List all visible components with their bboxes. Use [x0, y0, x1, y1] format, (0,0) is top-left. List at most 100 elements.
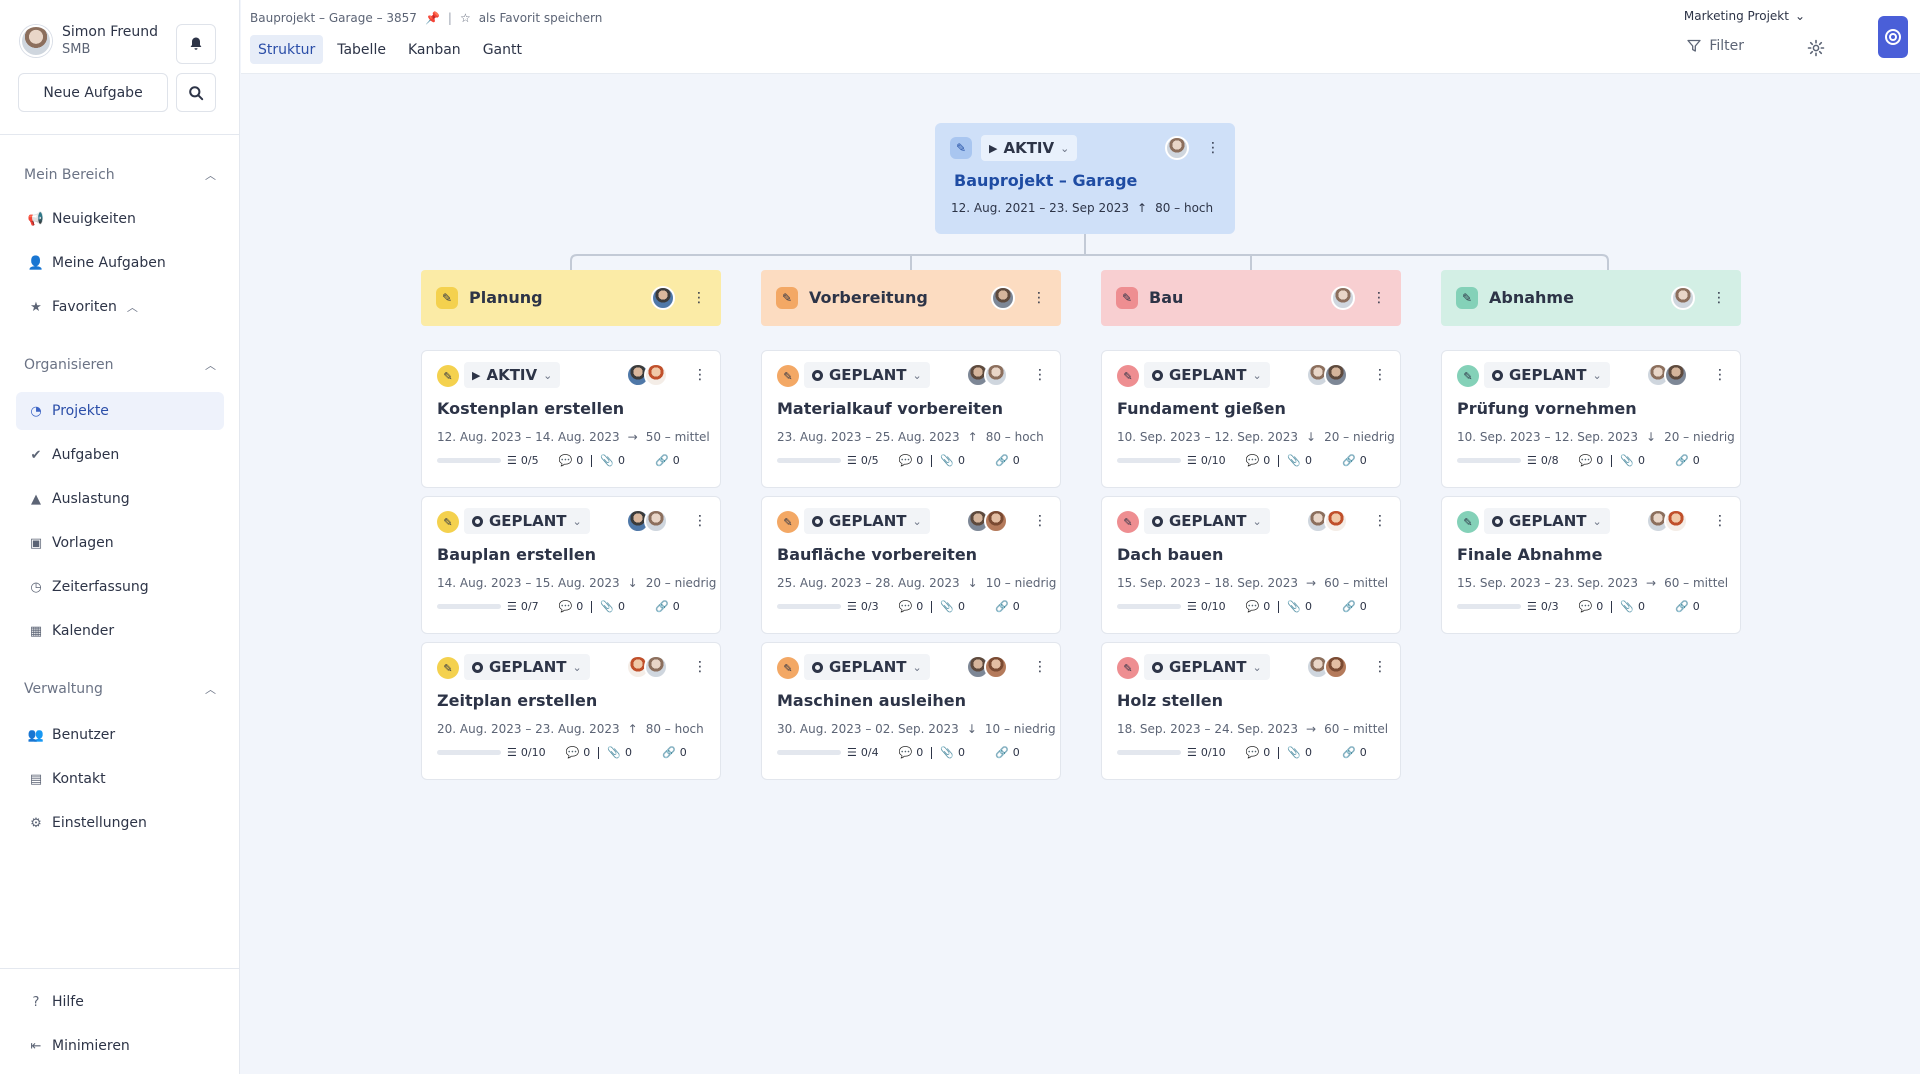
user-profile[interactable]: Simon Freund SMB: [20, 24, 158, 58]
project-switcher[interactable]: Marketing Projekt ⌄: [1684, 9, 1805, 23]
settings-button[interactable]: [1805, 37, 1827, 59]
edit-button[interactable]: ✎: [1116, 287, 1138, 309]
sidebar-item-auslastung[interactable]: ▲ Auslastung: [16, 480, 224, 518]
more-icon[interactable]: ⋮: [1712, 288, 1726, 308]
tab-gantt[interactable]: Gantt: [475, 35, 530, 64]
more-icon[interactable]: ⋮: [693, 657, 707, 677]
task-title[interactable]: Holz stellen: [1117, 691, 1223, 710]
comments-stat[interactable]: 💬 0: [899, 746, 924, 759]
project-title[interactable]: Bauprojekt – Garage: [954, 171, 1137, 190]
phase-bau[interactable]: ✎ Bau ⋮: [1101, 270, 1401, 326]
attachments-stat[interactable]: 📎 0: [940, 454, 965, 467]
assignees[interactable]: [991, 286, 1015, 310]
task-title[interactable]: Zeitplan erstellen: [437, 691, 597, 710]
more-icon[interactable]: ⋮: [1032, 288, 1046, 308]
section-verwaltung[interactable]: Verwaltung ︿: [24, 681, 216, 697]
breadcrumb-project[interactable]: Bauprojekt – Garage – 3857: [250, 11, 417, 25]
phase-vorbereitung[interactable]: ✎ Vorbereitung ⋮: [761, 270, 1061, 326]
assignees[interactable]: [1331, 286, 1355, 310]
assignees[interactable]: [966, 655, 1008, 679]
links-stat[interactable]: 🔗 0: [662, 746, 687, 759]
attachments-stat[interactable]: 📎 0: [1620, 600, 1645, 613]
status-dropdown[interactable]: GEPLANT ⌄: [804, 654, 930, 680]
app-logo[interactable]: [1878, 16, 1908, 58]
status-dropdown[interactable]: GEPLANT ⌄: [1144, 654, 1270, 680]
subtasks-stat[interactable]: ☰ 0/8: [1527, 454, 1559, 467]
status-dropdown[interactable]: ▶ AKTIV ⌄: [981, 135, 1078, 161]
links-stat[interactable]: 🔗 0: [1342, 454, 1367, 467]
assignees[interactable]: [1306, 363, 1348, 387]
links-stat[interactable]: 🔗 0: [1342, 600, 1367, 613]
task-card[interactable]: ✎ GEPLANT ⌄ ⋮ Maschinen ausleihen 30. Aug. 20…: [761, 642, 1061, 780]
task-card[interactable]: ✎ GEPLANT ⌄ ⋮ Prüfung vornehmen 10. Sep. 2023…: [1441, 350, 1741, 488]
task-title[interactable]: Finale Abnahme: [1457, 545, 1602, 564]
more-icon[interactable]: ⋮: [693, 365, 707, 385]
status-dropdown[interactable]: GEPLANT ⌄: [1484, 508, 1610, 534]
more-icon[interactable]: ⋮: [1033, 365, 1047, 385]
edit-button[interactable]: ✎: [437, 657, 459, 679]
edit-button[interactable]: ✎: [1457, 365, 1479, 387]
links-stat[interactable]: 🔗 0: [1342, 746, 1367, 759]
status-dropdown[interactable]: GEPLANT ⌄: [804, 362, 930, 388]
task-card[interactable]: ✎ GEPLANT ⌄ ⋮ Bauplan erstellen 14. Aug. 2023…: [421, 496, 721, 634]
sidebar-item-neuigkeiten[interactable]: 📢 Neuigkeiten: [16, 200, 224, 238]
subtasks-stat[interactable]: ☰ 0/4: [847, 746, 879, 759]
links-stat[interactable]: 🔗 0: [995, 746, 1020, 759]
edit-button[interactable]: ✎: [1117, 511, 1139, 533]
status-dropdown[interactable]: ▶ AKTIV ⌄: [464, 362, 561, 388]
task-title[interactable]: Dach bauen: [1117, 545, 1223, 564]
favorite-link[interactable]: als Favorit speichern: [479, 11, 603, 25]
edit-button[interactable]: ✎: [1457, 511, 1479, 533]
comments-stat[interactable]: 💬 0: [899, 454, 924, 467]
sidebar-item-kalender[interactable]: ▦ Kalender: [16, 612, 224, 650]
sidebar-item-benutzer[interactable]: 👥 Benutzer: [16, 716, 224, 754]
task-title[interactable]: Materialkauf vorbereiten: [777, 399, 1003, 418]
help-link[interactable]: ? Hilfe: [16, 983, 224, 1021]
status-dropdown[interactable]: GEPLANT ⌄: [804, 508, 930, 534]
task-card[interactable]: ✎ GEPLANT ⌄ ⋮ Holz stellen 18. Sep. 2023 – 24…: [1101, 642, 1401, 780]
edit-button[interactable]: ✎: [1456, 287, 1478, 309]
edit-button[interactable]: ✎: [777, 365, 799, 387]
assignees[interactable]: [966, 363, 1008, 387]
assignees[interactable]: [1671, 286, 1695, 310]
sidebar-item-projekte[interactable]: ◔ Projekte: [16, 392, 224, 430]
attachments-stat[interactable]: 📎 0: [1287, 600, 1312, 613]
section-organisieren[interactable]: Organisieren ︿: [24, 357, 216, 373]
task-title[interactable]: Bauplan erstellen: [437, 545, 596, 564]
attachments-stat[interactable]: 📎 0: [607, 746, 632, 759]
tab-tabelle[interactable]: Tabelle: [329, 35, 394, 64]
task-title[interactable]: Fundament gießen: [1117, 399, 1286, 418]
assignees[interactable]: [651, 286, 675, 310]
attachments-stat[interactable]: 📎 0: [1287, 746, 1312, 759]
edit-button[interactable]: ✎: [1117, 657, 1139, 679]
more-icon[interactable]: ⋮: [692, 288, 706, 308]
comments-stat[interactable]: 💬 0: [899, 600, 924, 613]
subtasks-stat[interactable]: ☰ 0/5: [847, 454, 879, 467]
comments-stat[interactable]: 💬 0: [559, 454, 584, 467]
section-mein-bereich[interactable]: Mein Bereich ︿: [24, 167, 216, 183]
subtasks-stat[interactable]: ☰ 0/10: [507, 746, 546, 759]
notifications-button[interactable]: [176, 24, 216, 64]
task-card[interactable]: ✎ GEPLANT ⌄ ⋮ Materialkauf vorbereiten 23. Au…: [761, 350, 1061, 488]
new-task-button[interactable]: Neue Aufgabe: [18, 73, 168, 112]
more-icon[interactable]: ⋮: [1373, 511, 1387, 531]
task-title[interactable]: Maschinen ausleihen: [777, 691, 966, 710]
sidebar-item-einstellungen[interactable]: ⚙ Einstellungen: [16, 804, 224, 842]
search-button[interactable]: [176, 73, 216, 112]
edit-button[interactable]: ✎: [777, 511, 799, 533]
subtasks-stat[interactable]: ☰ 0/3: [1527, 600, 1559, 613]
comments-stat[interactable]: 💬 0: [1246, 600, 1271, 613]
edit-button[interactable]: ✎: [950, 137, 972, 159]
comments-stat[interactable]: 💬 0: [1579, 600, 1604, 613]
task-card[interactable]: ✎ ▶ AKTIV ⌄ ⋮ Kostenplan erstellen 12. Aug. 20…: [421, 350, 721, 488]
links-stat[interactable]: 🔗 0: [995, 454, 1020, 467]
assignees[interactable]: [626, 363, 668, 387]
links-stat[interactable]: 🔗 0: [1675, 454, 1700, 467]
star-outline-icon[interactable]: ☆: [460, 11, 471, 25]
attachments-stat[interactable]: 📎 0: [1620, 454, 1645, 467]
edit-button[interactable]: ✎: [437, 365, 459, 387]
root-project-card[interactable]: ✎ ▶ AKTIV ⌄ ⋮ Bauprojekt – Garage 12. Au…: [935, 123, 1235, 234]
comments-stat[interactable]: 💬 0: [1246, 746, 1271, 759]
subtasks-stat[interactable]: ☰ 0/10: [1187, 746, 1226, 759]
task-card[interactable]: ✎ GEPLANT ⌄ ⋮ Fundament gießen 10. Sep. 2023 …: [1101, 350, 1401, 488]
